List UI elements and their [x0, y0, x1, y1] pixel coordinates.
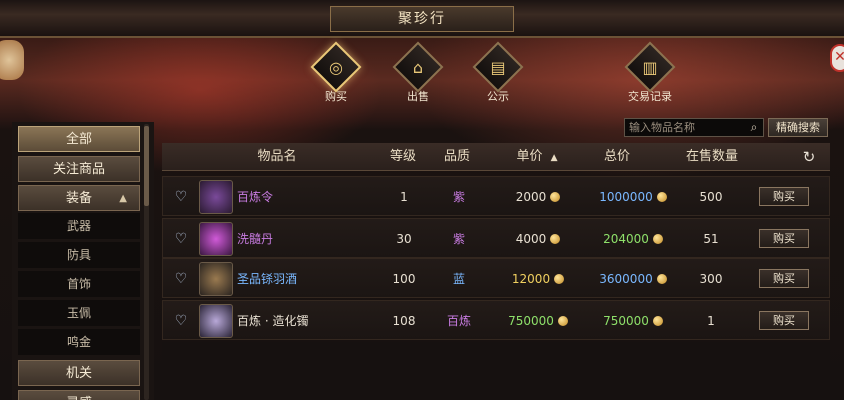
tab-buy-label: 购买 [325, 90, 347, 103]
search-input[interactable] [624, 118, 764, 137]
tab-notice-label: 公示 [487, 90, 509, 103]
item-level: 108 [392, 314, 416, 328]
item-quality: 蓝 [452, 272, 465, 286]
item-pill-icon[interactable] [199, 222, 233, 256]
sidebar-item-jewelry[interactable]: 首饰 [18, 271, 140, 297]
sidebar-item-followed[interactable]: 关注商品 [18, 156, 140, 182]
buy-button[interactable]: 购买 [759, 229, 809, 248]
col-unit-price-label: 单价 [516, 149, 543, 164]
sidebar-item-jade[interactable]: 玉佩 [18, 300, 140, 326]
item-token-icon[interactable] [199, 180, 233, 214]
item-name: 洗髓丹 [237, 232, 274, 246]
coin-icon [652, 234, 663, 244]
total-price: 204000 [583, 219, 683, 259]
tab-trade-records-label: 交易记录 [628, 90, 672, 103]
favorite-heart-icon[interactable]: ♡ [173, 189, 189, 205]
stock-count: 300 [699, 272, 723, 286]
sidebar-item-inspiration[interactable]: 灵感 [18, 390, 140, 400]
table-empty-area [162, 342, 830, 400]
search-icon[interactable]: ⌕ [747, 120, 761, 134]
col-total-price[interactable]: 总价 [582, 143, 652, 171]
stock-count: 500 [699, 190, 723, 204]
col-quality[interactable]: 品质 [422, 143, 492, 171]
item-level: 1 [400, 190, 408, 204]
chevron-up-icon: ▲ [119, 193, 127, 204]
col-item-name[interactable]: 物品名 [222, 143, 332, 171]
unit-price: 2000 [498, 177, 578, 217]
close-button[interactable]: ✕ [830, 44, 844, 72]
sidebar-item-all[interactable]: 全部 [18, 126, 140, 152]
exact-search-button[interactable]: 精确搜索 [768, 118, 828, 137]
favorite-heart-icon[interactable]: ♡ [173, 271, 189, 287]
sidebar-item-weapon[interactable]: 武器 [18, 213, 140, 239]
col-unit-price[interactable]: 单价 ▲ [492, 143, 582, 171]
unit-price: 12000 [498, 259, 578, 299]
item-name: 百炼令 [237, 190, 274, 204]
sidebar-item-mechanism[interactable]: 机关 [18, 360, 140, 386]
item-quality: 紫 [452, 190, 465, 204]
tab-sell-label: 出售 [407, 90, 429, 103]
coin-icon [656, 192, 667, 202]
buy-button[interactable]: 购买 [759, 269, 809, 288]
tab-buy[interactable]: ◎ 购买 [306, 41, 366, 103]
item-level: 30 [396, 232, 412, 246]
coin-icon [554, 274, 565, 284]
refresh-icon[interactable]: ↻ [800, 148, 818, 166]
coin-icon [550, 192, 561, 202]
close-icon: ✕ [834, 49, 844, 65]
coin-icon [557, 316, 568, 326]
sidebar-item-equipment-label: 装备 [65, 191, 92, 206]
tab-sell[interactable]: ⌂ 出售 [388, 41, 448, 103]
unit-price: 4000 [498, 219, 578, 259]
item-quality: 紫 [452, 232, 465, 246]
total-price: 1000000 [583, 177, 683, 217]
table-row: ♡ 百炼 · 造化镯 108 百炼 750000 750000 1 购买 [162, 300, 830, 340]
coin-icon [652, 316, 663, 326]
sidebar-scroll-thumb[interactable] [144, 126, 149, 206]
total-price: 3600000 [583, 259, 683, 299]
coin-icon [550, 234, 561, 244]
col-stock[interactable]: 在售数量 [672, 143, 752, 171]
sort-ascending-icon: ▲ [550, 153, 558, 163]
table-row: ♡ 圣品铩羽酒 100 蓝 12000 3600000 300 购买 [162, 258, 830, 298]
sidebar-item-equipment[interactable]: 装备 ▲ [18, 185, 140, 211]
sidebar-item-mingjin[interactable]: 鸣金 [18, 329, 140, 355]
tab-trade-records[interactable]: ▥ 交易记录 [620, 41, 680, 103]
coin-icon [656, 274, 667, 284]
item-name: 圣品铩羽酒 [237, 272, 298, 286]
buy-button[interactable]: 购买 [759, 187, 809, 206]
table-row: ♡ 洗髓丹 30 紫 4000 204000 51 购买 [162, 218, 830, 258]
item-wine-icon[interactable] [199, 262, 233, 296]
total-price: 750000 [583, 301, 683, 341]
item-level: 100 [392, 272, 416, 286]
item-name: 百炼 · 造化镯 [237, 314, 309, 328]
window-title: 聚珍行 [330, 6, 514, 32]
sidebar-item-armor[interactable]: 防具 [18, 242, 140, 268]
stock-count: 1 [707, 314, 715, 328]
buy-button[interactable]: 购买 [759, 311, 809, 330]
favorite-heart-icon[interactable]: ♡ [173, 231, 189, 247]
favorite-heart-icon[interactable]: ♡ [173, 313, 189, 329]
lantern-decoration [0, 40, 24, 80]
item-quality: 百炼 [446, 314, 471, 328]
stock-count: 51 [703, 232, 719, 246]
tab-notice[interactable]: ▤ 公示 [468, 41, 528, 103]
unit-price: 750000 [498, 301, 578, 341]
item-bracelet-icon[interactable] [199, 304, 233, 338]
table-header: 物品名 等级 品质 单价 ▲ 总价 在售数量 [162, 143, 830, 171]
table-row: ♡ 百炼令 1 紫 2000 1000000 500 购买 [162, 176, 830, 216]
